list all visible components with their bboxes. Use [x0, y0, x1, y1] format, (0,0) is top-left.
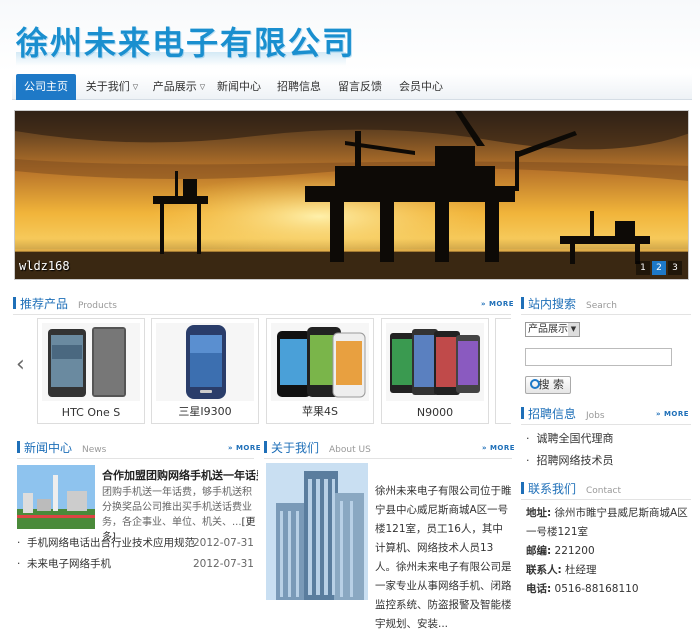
product-card[interactable]: HTC One S	[37, 318, 145, 424]
product-image	[42, 323, 140, 401]
chevron-down-icon: ▼	[568, 323, 579, 336]
contact-info: 地址: 徐州市睢宁县威尼斯商城A区一号楼121室 邮编: 221200 联系人:…	[526, 507, 688, 595]
product-name: HTC One S	[61, 406, 121, 419]
product-image	[386, 323, 484, 401]
nav-jobs[interactable]: 招聘信息	[274, 74, 324, 100]
news-list-item[interactable]: · 未来电子网络手机 2012-07-31	[17, 555, 254, 573]
banner-page-2[interactable]: 2	[652, 261, 666, 275]
oil-platform-sunset-image	[15, 111, 688, 279]
about-title: 关于我们 About US	[264, 439, 371, 457]
search-input[interactable]	[525, 348, 672, 366]
site-header: 徐州未来电子有限公司	[0, 0, 700, 72]
featured-news-title[interactable]: 合作加盟团购网络手机送一年话费...	[102, 467, 258, 483]
product-image	[156, 323, 254, 401]
search-button[interactable]: 搜 索	[525, 376, 571, 394]
about-more-link[interactable]: » MORE	[482, 444, 515, 452]
search-title: 站内搜索 Search	[521, 295, 617, 313]
nav-member[interactable]: 会员中心	[396, 74, 446, 100]
jobs-list: · 诚聘全国代理商 · 招聘网络技术员	[526, 428, 614, 472]
search-category-select[interactable]: 产品展示 ▼	[525, 322, 580, 337]
office-building-image	[266, 463, 368, 600]
divider	[17, 458, 254, 459]
product-card[interactable]: 苹果4S	[266, 318, 374, 424]
jobs-title: 招聘信息 Jobs	[521, 405, 605, 423]
news-title: 新闻中心 News	[17, 439, 106, 457]
main-nav: 公司主页 关于我们 ▽ 产品展示 ▽ 新闻中心 招聘信息 留言反馈 会员中心	[12, 74, 692, 100]
jobs-more-link[interactable]: » MORE	[656, 410, 689, 418]
nav-news[interactable]: 新闻中心	[214, 74, 264, 100]
divider	[521, 499, 691, 500]
news-more-link[interactable]: » MORE	[228, 444, 261, 452]
chevron-left-icon[interactable]: ‹	[16, 352, 25, 377]
nav-about[interactable]: 关于我们 ▽	[82, 74, 142, 100]
divider	[521, 424, 691, 425]
logo-reflection	[16, 52, 346, 66]
chevron-down-icon: ▽	[132, 83, 139, 91]
news-thumbnail[interactable]	[17, 465, 95, 529]
divider	[13, 314, 511, 315]
products-title: 推荐产品 Products	[13, 295, 117, 313]
hero-banner[interactable]: wldz168 1 2 3	[14, 110, 689, 280]
nav-products[interactable]: 产品展示 ▽	[148, 74, 210, 100]
news-list-item[interactable]: · 手机网络电话出台行业技术应用规范 2012-07-31	[17, 534, 254, 552]
search-icon	[530, 379, 540, 389]
banner-caption: wldz168	[19, 259, 70, 273]
nav-feedback[interactable]: 留言反馈	[335, 74, 385, 100]
product-name: 苹果4S	[302, 405, 338, 418]
product-name: N9000	[416, 406, 454, 419]
banner-pager: 1 2 3	[636, 261, 682, 275]
product-card[interactable]: N9000	[381, 318, 489, 424]
divider	[521, 314, 691, 315]
about-text: 徐州未来电子有限公司位于睢宁县中心威尼斯商城A区一号楼121室，员工16人，其中…	[375, 485, 512, 630]
banner-page-3[interactable]: 3	[668, 261, 682, 275]
list-item[interactable]: · 诚聘全国代理商	[526, 428, 614, 450]
list-item[interactable]: · 招聘网络技术员	[526, 450, 614, 472]
contact-title: 联系我们 Contact	[521, 480, 621, 498]
nav-home[interactable]: 公司主页	[16, 74, 76, 100]
product-name: 三星I9300	[178, 405, 232, 418]
product-card[interactable]: 三星I9300	[151, 318, 259, 424]
banner-page-1[interactable]: 1	[636, 261, 650, 275]
chevron-down-icon: ▽	[199, 83, 206, 91]
divider	[264, 458, 512, 459]
products-more-link[interactable]: » MORE	[481, 300, 514, 308]
product-card-partial	[495, 318, 511, 424]
product-image	[271, 323, 369, 401]
